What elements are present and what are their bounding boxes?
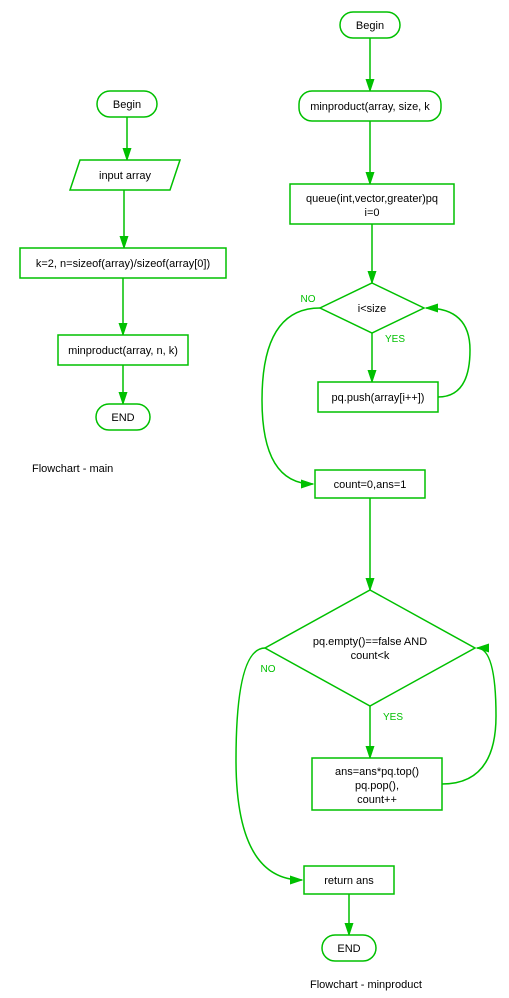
mp-end-label: END: [337, 943, 360, 955]
main-call-label: minproduct(array, n, k): [68, 345, 178, 357]
mp-push-node: pq.push(array[i++]): [318, 382, 438, 412]
mp-cond2-node: pq.empty()==false AND count<k: [265, 590, 475, 706]
mp-body-label3: count++: [357, 794, 397, 806]
main-begin-node: Begin: [97, 91, 157, 117]
mp-cond2-no-label: NO: [261, 664, 276, 675]
main-assign-node: k=2, n=sizeof(array)/sizeof(array[0]): [20, 248, 226, 278]
mp-begin-node: Begin: [340, 12, 400, 38]
mp-call-label: minproduct(array, size, k: [310, 101, 430, 113]
mp-begin-label: Begin: [356, 20, 384, 32]
arrow-no2: [236, 648, 302, 880]
mp-cond2-label1: pq.empty()==false AND: [313, 636, 427, 648]
mp-cond2-label2: count<k: [351, 650, 390, 662]
main-end-label: END: [111, 412, 134, 424]
mp-body-label1: ans=ans*pq.top(): [335, 766, 419, 778]
mp-queue-label1: queue(int,vector,greater)pq: [306, 193, 438, 205]
flowchart-svg: Begin input array k=2, n=sizeof(array)/s…: [0, 0, 509, 998]
mp-cond1-label: i<size: [358, 303, 386, 315]
main-call-node: minproduct(array, n, k): [58, 335, 188, 365]
mp-cond1-yes-label: YES: [385, 334, 405, 345]
arrow-no1: [262, 308, 320, 484]
main-caption: Flowchart - main: [32, 463, 113, 475]
mp-caption: Flowchart - minproduct: [310, 979, 422, 991]
mp-push-label: pq.push(array[i++]): [332, 392, 425, 404]
main-input-node: input array: [70, 160, 180, 190]
main-assign-label: k=2, n=sizeof(array)/sizeof(array[0]): [36, 258, 210, 270]
mp-queue-node: queue(int,vector,greater)pq i=0: [290, 184, 454, 224]
mp-body-node: ans=ans*pq.top() pq.pop(), count++: [312, 758, 442, 810]
mp-assign2-node: count=0,ans=1: [315, 470, 425, 498]
mp-call-node: minproduct(array, size, k: [299, 91, 441, 121]
mp-cond1-no-label: NO: [301, 294, 316, 305]
main-begin-label: Begin: [113, 99, 141, 111]
arrow-loop2: [442, 648, 496, 784]
flowchart-minproduct: Begin minproduct(array, size, k queue(in…: [236, 12, 496, 991]
mp-cond1-node: i<size: [320, 283, 424, 333]
mp-assign2-label: count=0,ans=1: [334, 479, 407, 491]
mp-end-node: END: [322, 935, 376, 961]
mp-return-node: return ans: [304, 866, 394, 894]
mp-cond2-yes-label: YES: [383, 712, 403, 723]
main-input-label: input array: [99, 170, 151, 182]
main-end-node: END: [96, 404, 150, 430]
mp-queue-label2: i=0: [365, 207, 380, 219]
mp-return-label: return ans: [324, 875, 374, 887]
flowchart-main: Begin input array k=2, n=sizeof(array)/s…: [20, 91, 226, 475]
mp-body-label2: pq.pop(),: [355, 780, 399, 792]
